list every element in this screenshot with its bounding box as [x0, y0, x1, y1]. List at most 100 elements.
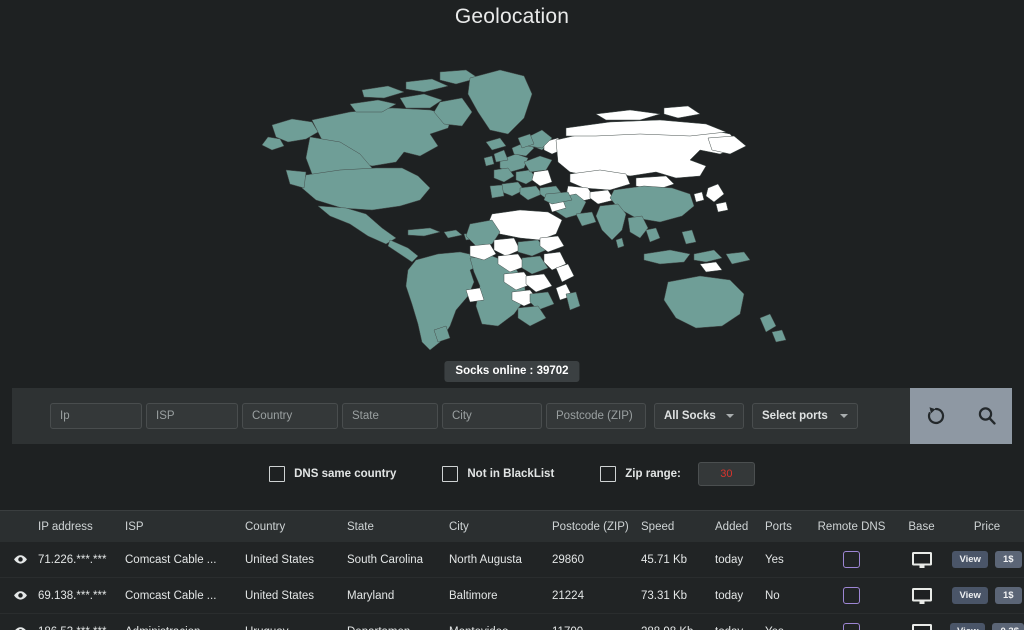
column-header-added[interactable]: Added	[715, 521, 765, 533]
price-button[interactable]: 0.3$	[992, 623, 1024, 630]
column-header-ip[interactable]: IP address	[38, 521, 125, 533]
column-header-postcode[interactable]: Postcode (ZIP)	[552, 521, 641, 533]
dns-same-country-label: DNS same country	[294, 468, 396, 480]
cell-remote-dns[interactable]	[810, 587, 893, 604]
cell-isp: Administracion...	[125, 626, 245, 630]
geolocation-page: Geolocation	[0, 0, 1024, 630]
column-header-price[interactable]: Price	[950, 521, 1024, 533]
view-button[interactable]: View	[952, 551, 987, 568]
row-visibility-toggle[interactable]	[0, 554, 38, 565]
cell-state: Maryland	[347, 590, 449, 602]
magnifier-icon	[975, 404, 999, 428]
zip-range-checkbox[interactable]	[600, 466, 616, 482]
column-header-isp[interactable]: ISP	[125, 521, 245, 533]
row-visibility-toggle[interactable]	[0, 626, 38, 630]
socks-type-select[interactable]: All Socks	[654, 403, 744, 429]
cell-city: Baltimore	[449, 590, 552, 602]
price-button[interactable]: 1$	[995, 551, 1022, 568]
cell-postcode: 21224	[552, 590, 641, 602]
reset-button[interactable]	[921, 401, 951, 431]
cell-price: View 0.3$	[950, 623, 1024, 630]
search-input-isp[interactable]	[146, 403, 238, 429]
cell-ports: No	[765, 590, 810, 602]
cell-base[interactable]	[893, 551, 950, 569]
cell-state: South Carolina	[347, 554, 449, 566]
cell-ports: Yes	[765, 554, 810, 566]
monitor-icon	[911, 587, 933, 605]
cell-price: View 1$	[950, 551, 1024, 568]
cell-base[interactable]	[893, 587, 950, 605]
search-input-ip[interactable]	[50, 403, 142, 429]
cell-ip: 71.226.***.***	[38, 554, 125, 566]
cell-country: United States	[245, 590, 347, 602]
search-button[interactable]	[972, 401, 1002, 431]
cell-country: United States	[245, 554, 347, 566]
cell-base[interactable]	[893, 623, 950, 630]
eye-icon	[13, 590, 28, 601]
price-button[interactable]: 1$	[995, 587, 1022, 604]
not-in-blacklist-label: Not in BlackList	[467, 468, 554, 480]
chevron-down-icon	[726, 414, 734, 418]
cell-remote-dns[interactable]	[810, 551, 893, 568]
row-action-buttons: View 1$	[950, 587, 1024, 604]
row-visibility-toggle[interactable]	[0, 590, 38, 601]
search-input-postcode[interactable]	[546, 403, 646, 429]
cell-added: today	[715, 554, 765, 566]
cell-postcode: 29860	[552, 554, 641, 566]
page-title: Geolocation	[0, 0, 1024, 34]
not-in-blacklist-checkbox[interactable]	[442, 466, 458, 482]
filter-zip-range[interactable]: Zip range:	[600, 462, 755, 486]
cell-isp: Comcast Cable ...	[125, 590, 245, 602]
view-button[interactable]: View	[952, 587, 987, 604]
column-header-remote-dns[interactable]: Remote DNS	[810, 521, 893, 533]
chevron-down-icon	[840, 414, 848, 418]
table-row[interactable]: 71.226.***.*** Comcast Cable ... United …	[0, 542, 1024, 578]
column-header-state[interactable]: State	[347, 521, 449, 533]
zip-range-label: Zip range:	[625, 468, 681, 480]
view-button[interactable]: View	[950, 623, 985, 630]
table-row[interactable]: 69.138.***.*** Comcast Cable ... United …	[0, 578, 1024, 614]
filter-dns-same-country[interactable]: DNS same country	[269, 466, 396, 482]
row-action-buttons: View 0.3$	[950, 623, 1024, 630]
cell-isp: Comcast Cable ...	[125, 554, 245, 566]
cell-ip: 69.138.***.***	[38, 590, 125, 602]
remote-dns-checkbox[interactable]	[843, 551, 860, 568]
dns-same-country-checkbox[interactable]	[269, 466, 285, 482]
remote-dns-checkbox[interactable]	[843, 623, 860, 630]
world-map-svg	[0, 42, 1024, 352]
cell-ports: Yes	[765, 626, 810, 630]
column-header-city[interactable]: City	[449, 521, 552, 533]
ports-select[interactable]: Select ports	[752, 403, 858, 429]
cell-added: today	[715, 626, 765, 630]
cell-speed: 45.71 Kb	[641, 554, 715, 566]
table-header-row: IP address ISP Country State City Postco…	[0, 510, 1024, 542]
search-input-country[interactable]	[242, 403, 338, 429]
zip-range-input[interactable]	[698, 462, 755, 486]
row-action-buttons: View 1$	[950, 551, 1024, 568]
world-map[interactable]	[0, 42, 1024, 352]
column-header-remote-dns-label: Remote DNS	[818, 521, 886, 533]
cell-remote-dns[interactable]	[810, 623, 893, 630]
search-panel: All Socks Select ports	[12, 388, 1012, 444]
status-badge: Socks online : 39702	[444, 361, 579, 382]
monitor-icon	[911, 623, 933, 630]
remote-dns-checkbox[interactable]	[843, 587, 860, 604]
column-header-ports[interactable]: Ports	[765, 521, 810, 533]
cell-state: Departamen...	[347, 626, 449, 630]
cell-ip: 186.53.***.***	[38, 626, 125, 630]
column-header-country[interactable]: Country	[245, 521, 347, 533]
search-input-state[interactable]	[342, 403, 438, 429]
search-actions-panel	[910, 388, 1012, 444]
search-input-city[interactable]	[442, 403, 542, 429]
column-header-speed[interactable]: Speed	[641, 521, 715, 533]
filter-not-in-blacklist[interactable]: Not in BlackList	[442, 466, 554, 482]
results-table: IP address ISP Country State City Postco…	[0, 510, 1024, 630]
socks-type-value: All Socks	[664, 410, 716, 422]
reset-arrow-icon	[924, 404, 948, 428]
cell-postcode: 11700	[552, 626, 641, 630]
column-header-base[interactable]: Base	[893, 521, 950, 533]
cell-added: today	[715, 590, 765, 602]
cell-speed: 73.31 Kb	[641, 590, 715, 602]
table-row[interactable]: 186.53.***.*** Administracion... Uruguay…	[0, 614, 1024, 630]
cell-price: View 1$	[950, 587, 1024, 604]
